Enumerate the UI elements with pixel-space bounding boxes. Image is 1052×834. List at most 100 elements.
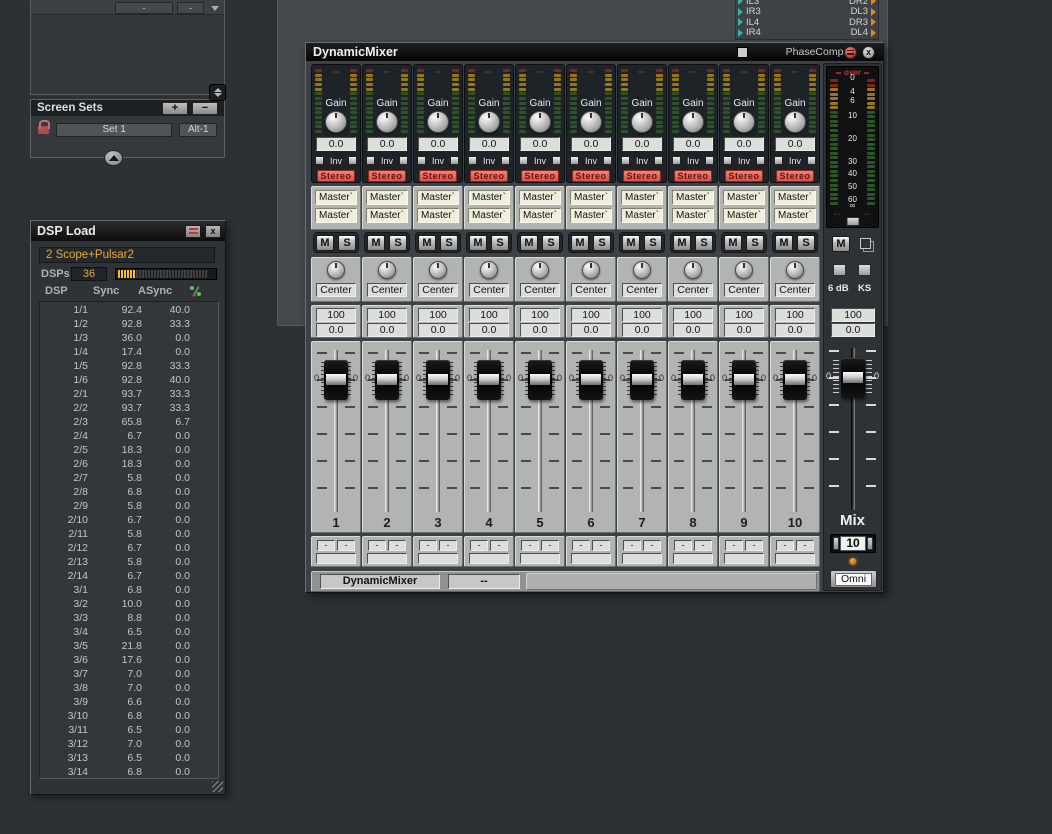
- pan-value[interactable]: Center: [673, 283, 713, 297]
- solo-button[interactable]: S: [389, 235, 407, 251]
- output-select-2[interactable]: Master`: [621, 208, 663, 223]
- gain-knob[interactable]: [478, 111, 500, 133]
- channel-fader[interactable]: 0 0: [414, 342, 462, 514]
- footer-field-1[interactable]: -: [470, 540, 488, 551]
- trim-value[interactable]: 0.0: [622, 323, 662, 337]
- gain-knob[interactable]: [784, 111, 806, 133]
- trim-value[interactable]: 0.0: [571, 323, 611, 337]
- channel-fader[interactable]: 0 0: [363, 342, 411, 514]
- channel-fader[interactable]: 0 0: [720, 342, 768, 514]
- close-button[interactable]: x: [862, 46, 875, 59]
- stereo-button[interactable]: Stereo: [623, 170, 661, 182]
- output-select-1[interactable]: Master`: [774, 190, 816, 205]
- fader-handle[interactable]: [841, 358, 865, 398]
- output-select-1[interactable]: Master`: [519, 190, 561, 205]
- footer-field-wide[interactable]: [367, 553, 407, 564]
- level-value[interactable]: 100: [724, 308, 764, 322]
- footer-field-2[interactable]: -: [643, 540, 661, 551]
- pan-knob[interactable]: [582, 261, 600, 279]
- pan-knob[interactable]: [429, 261, 447, 279]
- solo-button[interactable]: S: [797, 235, 815, 251]
- trim-value[interactable]: 0.0: [520, 323, 560, 337]
- fader-handle[interactable]: [375, 360, 399, 400]
- channel-fader[interactable]: 0 0: [771, 342, 819, 514]
- fader-handle[interactable]: [324, 360, 348, 400]
- fader-handle[interactable]: [579, 360, 603, 400]
- pan-knob[interactable]: [735, 261, 753, 279]
- inv-right-button[interactable]: [501, 156, 510, 165]
- footer-field-2[interactable]: -: [490, 540, 508, 551]
- solo-button[interactable]: S: [338, 235, 356, 251]
- footer-field-2[interactable]: -: [745, 540, 763, 551]
- close-button[interactable]: x: [205, 225, 221, 238]
- output-select-2[interactable]: Master`: [672, 208, 714, 223]
- pan-value[interactable]: Center: [316, 283, 356, 297]
- ks-button[interactable]: [858, 264, 871, 276]
- minimize-button[interactable]: [844, 46, 857, 59]
- mute-button[interactable]: M: [775, 235, 793, 251]
- solo-button[interactable]: S: [695, 235, 713, 251]
- pan-value[interactable]: Center: [520, 283, 560, 297]
- solo-button[interactable]: S: [440, 235, 458, 251]
- inv-right-button[interactable]: [399, 156, 408, 165]
- master-level-value[interactable]: 100: [831, 308, 875, 322]
- gain-knob[interactable]: [376, 111, 398, 133]
- stereo-button[interactable]: Stereo: [470, 170, 508, 182]
- channel-fader[interactable]: 0 0: [312, 342, 360, 514]
- output-select-2[interactable]: Master`: [570, 208, 612, 223]
- resize-updown-widget[interactable]: [209, 84, 226, 101]
- trim-value[interactable]: 0.0: [469, 323, 509, 337]
- gain-value[interactable]: 0.0: [520, 137, 560, 151]
- output-select-2[interactable]: Master`: [417, 208, 459, 223]
- footer-field-1[interactable]: -: [776, 540, 794, 551]
- trim-value[interactable]: 0.0: [775, 323, 815, 337]
- level-value[interactable]: 100: [418, 308, 458, 322]
- stereo-button[interactable]: Stereo: [521, 170, 559, 182]
- gain-knob[interactable]: [529, 111, 551, 133]
- solo-button[interactable]: S: [491, 235, 509, 251]
- solo-button[interactable]: S: [593, 235, 611, 251]
- channel-fader[interactable]: 0 0: [516, 342, 564, 514]
- gain-knob[interactable]: [427, 111, 449, 133]
- pan-value[interactable]: Center: [469, 283, 509, 297]
- dropdown-button[interactable]: [207, 3, 222, 14]
- footer-field-1[interactable]: -: [623, 540, 641, 551]
- remove-set-button[interactable]: −: [192, 102, 218, 115]
- phasecomp-checkbox[interactable]: [737, 47, 748, 58]
- mute-button[interactable]: M: [469, 235, 487, 251]
- gain-value[interactable]: 0.0: [571, 137, 611, 151]
- preset-field[interactable]: --: [448, 574, 520, 589]
- gain-value[interactable]: 0.0: [724, 137, 764, 151]
- output-select-1[interactable]: Master`: [468, 190, 510, 205]
- resize-grip[interactable]: [212, 781, 223, 792]
- layers-icon[interactable]: [860, 238, 871, 249]
- count-stepper-right[interactable]: [867, 537, 873, 550]
- footer-field-wide[interactable]: [469, 553, 509, 564]
- pan-value[interactable]: Center: [367, 283, 407, 297]
- channel-fader[interactable]: 0 0: [618, 342, 666, 514]
- trim-value[interactable]: 0.0: [673, 323, 713, 337]
- footer-field-2[interactable]: -: [541, 540, 559, 551]
- fader-handle[interactable]: [426, 360, 450, 400]
- footer-field-1[interactable]: -: [419, 540, 437, 551]
- level-value[interactable]: 100: [520, 308, 560, 322]
- output-select-1[interactable]: Master`: [315, 190, 357, 205]
- footer-field-2[interactable]: -: [439, 540, 457, 551]
- fader-handle[interactable]: [732, 360, 756, 400]
- inv-right-button[interactable]: [450, 156, 459, 165]
- mute-button[interactable]: M: [724, 235, 742, 251]
- fader-handle[interactable]: [783, 360, 807, 400]
- gain-knob[interactable]: [733, 111, 755, 133]
- mixer-name-field[interactable]: DynamicMixer: [320, 574, 440, 589]
- add-set-button[interactable]: +: [162, 102, 188, 115]
- output-select-1[interactable]: Master`: [570, 190, 612, 205]
- output-select-2[interactable]: Master`: [315, 208, 357, 223]
- pan-value[interactable]: Center: [724, 283, 764, 297]
- pan-value[interactable]: Center: [571, 283, 611, 297]
- output-select-1[interactable]: Master`: [621, 190, 663, 205]
- footer-field-wide[interactable]: [571, 553, 611, 564]
- pan-knob[interactable]: [531, 261, 549, 279]
- footer-field-2[interactable]: -: [592, 540, 610, 551]
- output-select-1[interactable]: Master`: [417, 190, 459, 205]
- level-value[interactable]: 100: [775, 308, 815, 322]
